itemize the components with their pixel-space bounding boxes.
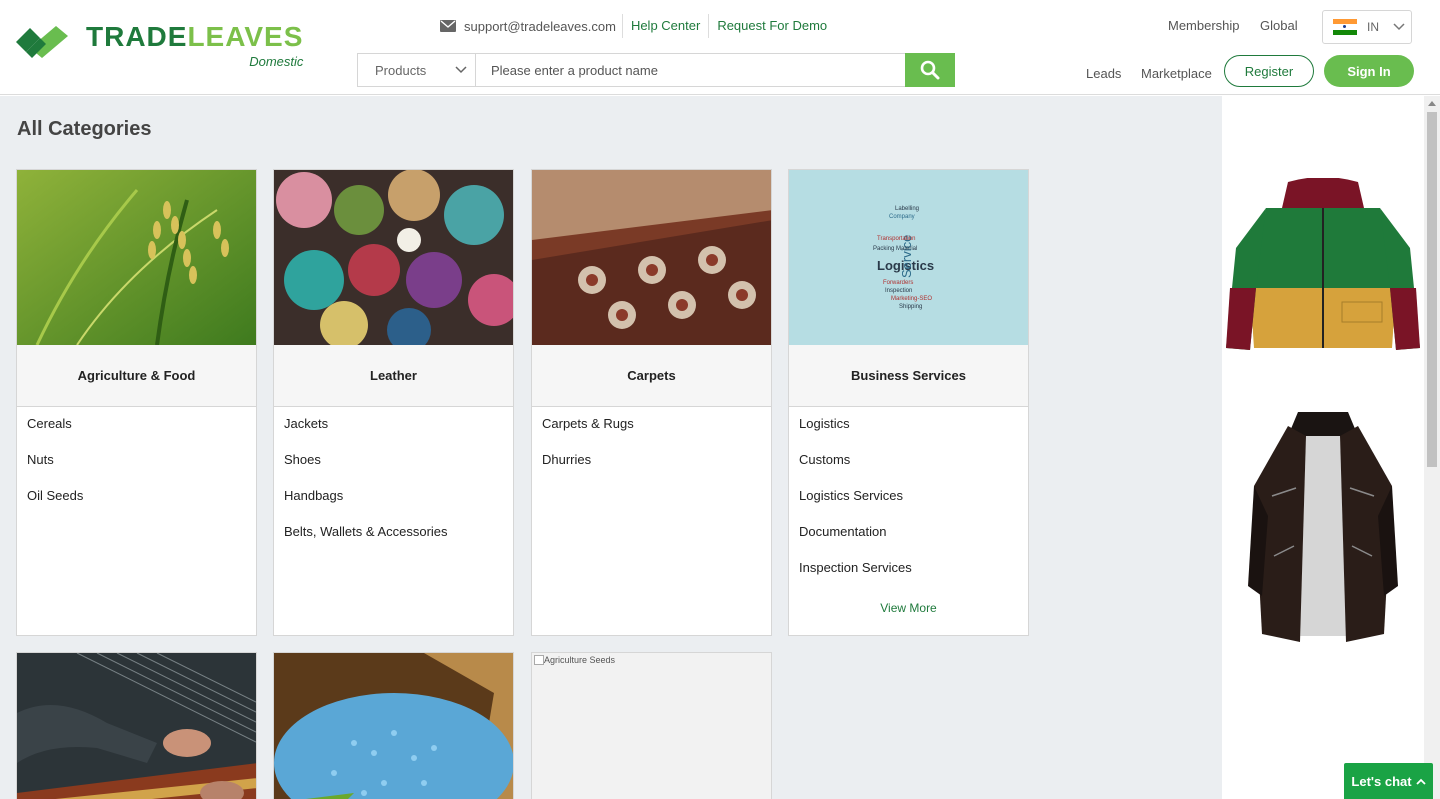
category-card-business-services[interactable]: Logistics Service Packing Material Forwa…: [788, 169, 1029, 636]
global-link[interactable]: Global: [1260, 18, 1298, 33]
search-input[interactable]: [476, 54, 905, 86]
category-title[interactable]: Agriculture & Food: [17, 345, 256, 407]
categories-section: All Categories Agriculture & Food Cereal…: [0, 96, 1222, 799]
subcategory-link[interactable]: Inspection Services: [789, 559, 1028, 595]
category-card-agriculture[interactable]: Agriculture & Food Cereals Nuts Oil Seed…: [16, 169, 257, 636]
marketplace-link[interactable]: Marketplace: [1141, 66, 1212, 81]
category-card-leather[interactable]: Leather Jackets Shoes Handbags Belts, Wa…: [273, 169, 514, 636]
business-services-image: Logistics Service Packing Material Forwa…: [789, 170, 1028, 345]
category-title[interactable]: Carpets: [532, 345, 771, 407]
subcategory-link[interactable]: Oil Seeds: [17, 487, 256, 523]
subcategory-link[interactable]: Nuts: [17, 451, 256, 487]
subcategory-link[interactable]: Belts, Wallets & Accessories: [274, 523, 513, 559]
support-email[interactable]: support@tradeleaves.com: [440, 14, 623, 38]
india-flag-icon: [1333, 19, 1357, 35]
category-card-agriculture-seeds[interactable]: Agriculture Seeds: [531, 652, 772, 799]
help-center-link[interactable]: Help Center: [623, 14, 710, 38]
category-card-fertilizers[interactable]: [273, 652, 514, 799]
subcategory-link[interactable]: Customs: [789, 451, 1028, 487]
sign-in-button[interactable]: Sign In: [1324, 55, 1414, 87]
search-category-select[interactable]: Products: [358, 54, 476, 86]
subcategory-list: Cereals Nuts Oil Seeds: [17, 407, 256, 523]
top-links: support@tradeleaves.com Help Center Requ…: [440, 14, 835, 38]
chevron-up-icon: [1415, 778, 1426, 785]
subcategory-link[interactable]: Logistics Services: [789, 487, 1028, 523]
subcategory-link[interactable]: Handbags: [274, 487, 513, 523]
fertilizer-image: [274, 653, 513, 799]
subcategory-list: Jackets Shoes Handbags Belts, Wallets & …: [274, 407, 513, 559]
word-cloud: Logistics Service Packing Material Forwa…: [873, 206, 935, 310]
carpets-image: [532, 170, 771, 345]
agriculture-image: [17, 170, 256, 345]
subcategory-link[interactable]: Dhurries: [532, 451, 771, 487]
view-more-link[interactable]: View More: [789, 601, 1028, 615]
broken-image-icon: [534, 655, 544, 665]
logo-title: TRADELEAVES: [86, 21, 304, 52]
request-demo-link[interactable]: Request For Demo: [709, 14, 835, 38]
logo[interactable]: TRADELEAVES Domestic: [16, 22, 303, 69]
chevron-down-icon: [1393, 23, 1405, 31]
page-scrollbar[interactable]: [1424, 96, 1440, 799]
subcategory-link[interactable]: Cereals: [17, 415, 256, 451]
search-icon: [920, 60, 940, 80]
ad-column: [1222, 96, 1424, 799]
leather-image: [274, 170, 513, 345]
scroll-up-icon[interactable]: [1428, 101, 1436, 106]
category-card-textiles[interactable]: [16, 652, 257, 799]
search-button[interactable]: [905, 53, 955, 87]
category-title[interactable]: Business Services: [789, 345, 1028, 407]
country-select[interactable]: IN: [1322, 10, 1412, 44]
logo-subtitle: Domestic: [249, 54, 304, 69]
subcategory-list: Carpets & Rugs Dhurries: [532, 407, 771, 487]
subcategory-link[interactable]: Jackets: [274, 415, 513, 451]
membership-link[interactable]: Membership: [1168, 18, 1240, 33]
subcategory-list: Logistics Customs Logistics Services Doc…: [789, 407, 1028, 595]
logo-mark-icon: [16, 22, 70, 62]
green-jacket-ad[interactable]: [1226, 177, 1420, 361]
scrollbar-thumb[interactable]: [1427, 112, 1437, 467]
category-card-carpets[interactable]: Carpets Carpets & Rugs Dhurries: [531, 169, 772, 636]
chevron-down-icon: [455, 66, 467, 74]
subcategory-link[interactable]: Shoes: [274, 451, 513, 487]
page-title: All Categories: [17, 118, 152, 140]
leads-link[interactable]: Leads: [1086, 66, 1121, 81]
subcategory-link[interactable]: Carpets & Rugs: [532, 415, 771, 451]
subcategory-link[interactable]: Logistics: [789, 415, 1028, 451]
weaving-image: [17, 653, 256, 799]
leather-jacket-ad[interactable]: [1248, 406, 1398, 655]
mail-icon: [440, 20, 456, 32]
broken-image-alt-text: Agriculture Seeds: [532, 653, 771, 665]
category-title[interactable]: Leather: [274, 345, 513, 407]
site-header: TRADELEAVES Domestic support@tradeleaves…: [0, 0, 1440, 95]
subcategory-link[interactable]: Documentation: [789, 523, 1028, 559]
register-button[interactable]: Register: [1224, 55, 1314, 87]
search-bar: Products: [357, 53, 955, 87]
chat-button[interactable]: Let's chat: [1344, 763, 1433, 799]
